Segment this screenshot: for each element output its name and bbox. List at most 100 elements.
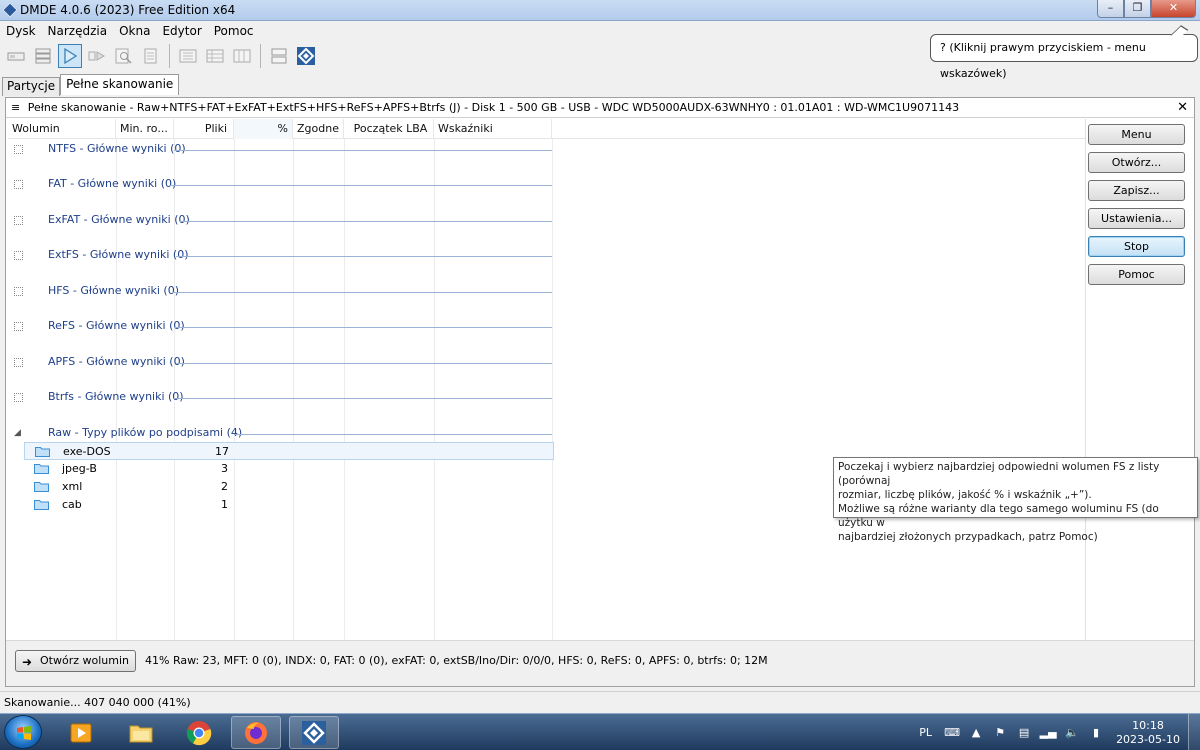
stop-button[interactable]: Stop [1088,236,1185,257]
signal-icon[interactable]: ▂▄ [1040,725,1057,741]
group-row-refs[interactable]: ReFS - Główne wyniki (0) [8,318,568,336]
start-button[interactable] [4,715,42,749]
group-divider-line [180,221,552,222]
network-icon[interactable]: ▤ [1016,725,1032,741]
menu-button[interactable]: Menu [1088,124,1185,145]
group-checkbox[interactable] [14,393,23,402]
open-volume-label: Otwórz wolumin [40,654,129,667]
group-label: ReFS - Główne wyniki (0) [48,319,185,332]
menu-edytor[interactable]: Edytor [156,24,207,38]
results-grid[interactable]: Wolumin Min. ro... Pliki % Zgodne Począt… [8,119,1086,640]
group-row-apfs[interactable]: APFS - Główne wyniki (0) [8,354,568,372]
group-row-raw[interactable]: ◢ Raw - Typy plików po podpisami (4) [8,425,568,443]
file-explorer-icon[interactable] [116,716,166,749]
search-icon[interactable] [112,44,136,68]
group-row-btrfs[interactable]: Btrfs - Główne wyniki (0) [8,389,568,407]
media-player-icon[interactable] [56,716,106,749]
maximize-button[interactable]: ❐ [1124,0,1151,18]
full-scan-icon[interactable] [58,44,82,68]
file-type-name: jpeg-B [62,462,97,475]
columns-view-icon[interactable] [230,44,254,68]
save-button[interactable]: Zapisz... [1088,180,1185,201]
hex-view-icon[interactable] [176,44,200,68]
show-hidden-icons-icon[interactable]: ▲ [968,725,984,741]
file-type-row[interactable]: exe-DOS 17 [24,442,554,460]
open-volume-icon[interactable] [85,44,109,68]
group-divider-line [174,150,552,151]
menu-narzedzia[interactable]: Narzędzia [42,24,114,38]
windows-icon[interactable] [267,44,291,68]
settings-button[interactable]: Ustawienia... [1088,208,1185,229]
file-type-row[interactable]: jpeg-B 3 [24,460,554,478]
group-checkbox[interactable] [14,216,23,225]
open-volume-button[interactable]: ➜ Otwórz wolumin [15,650,136,672]
status-bar: Skanowanie... 407 040 000 (41%) [0,691,1200,713]
group-row-hfs[interactable]: HFS - Główne wyniki (0) [8,283,568,301]
group-divider-line [170,185,552,186]
file-count: 1 [221,498,228,511]
dmde-logo-icon[interactable] [294,44,318,68]
close-window-button[interactable]: ✕ [1151,0,1196,18]
group-label: Raw - Typy plików po podpisami (4) [48,426,243,439]
column-wskazniki[interactable]: Wskaźniki [434,119,552,139]
usb-device-icon[interactable]: ▮ [1088,725,1104,741]
open-button[interactable]: Otwórz... [1088,152,1185,173]
folder-icon [34,464,49,474]
column-wolumin[interactable]: Wolumin [8,119,116,139]
group-checkbox[interactable] [14,251,23,260]
file-type-row[interactable]: cab 1 [24,496,554,514]
group-row-fat[interactable]: FAT - Główne wyniki (0) [8,176,568,194]
group-label: FAT - Główne wyniki (0) [48,177,177,190]
show-desktop-button[interactable] [1188,714,1200,750]
column-min-rozmiar[interactable]: Min. ro... [116,119,174,139]
folder-icon [34,482,49,492]
group-checkbox[interactable] [14,322,23,331]
tab-strip: Partycje Pełne skanowanie [2,74,180,96]
help-button[interactable]: Pomoc [1088,264,1185,285]
tab-partycje[interactable]: Partycje [2,77,61,96]
keyboard-icon[interactable]: ⌨ [944,725,960,741]
minimize-button[interactable]: – [1097,0,1124,18]
menu-pomoc[interactable]: Pomoc [208,24,260,38]
menu-dysk[interactable]: Dysk [0,24,42,38]
tab-pelne-skanowanie[interactable]: Pełne skanowanie [60,74,180,95]
group-checkbox[interactable] [14,358,23,367]
firefox-icon[interactable] [231,716,281,749]
panel-menu-icon[interactable]: ≡ [11,101,20,114]
close-panel-icon[interactable]: ✕ [1177,98,1188,118]
clock[interactable]: 10:18 2023-05-10 [1108,719,1188,747]
group-divider-line [176,363,552,364]
action-center-icon[interactable]: ⚑ [992,725,1008,741]
tooltip-line: rozmiar, liczbę plików, jakość % i wskaź… [838,489,1092,501]
group-row-exfat[interactable]: ExFAT - Główne wyniki (0) [8,212,568,230]
group-checkbox[interactable] [14,180,23,189]
hint-balloon[interactable]: ? (Kliknij prawym przyciskiem - menu wsk… [930,34,1198,80]
group-divider-line [174,327,552,328]
group-divider-line [176,256,552,257]
dmde-taskbar-icon[interactable] [289,716,339,749]
group-checkbox[interactable] [14,145,23,154]
expand-triangle-icon[interactable]: ◢ [14,428,21,438]
file-type-row[interactable]: xml 2 [24,478,554,496]
column-percent[interactable]: % [234,119,293,139]
column-pliki[interactable]: Pliki [174,119,234,139]
partitions-icon[interactable] [31,44,55,68]
tooltip-line: Poczekaj i wybierz najbardziej odpowiedn… [838,461,1160,487]
volume-icon[interactable]: 🔈 [1064,725,1080,741]
folder-icon [34,500,49,510]
window-title: DMDE 4.0.6 (2023) Free Edition x64 [20,3,236,17]
clock-date: 2023-05-10 [1116,732,1180,746]
language-indicator[interactable]: PL [919,726,932,739]
document-icon[interactable] [139,44,163,68]
chrome-icon[interactable] [174,716,224,749]
group-checkbox[interactable] [14,287,23,296]
arrow-right-icon: ➜ [22,655,33,669]
column-poczatek-lba[interactable]: Początek LBA [344,119,434,139]
group-row-ntfs[interactable]: NTFS - Główne wyniki (0) [8,141,568,159]
disk-icon[interactable] [4,44,28,68]
menu-okna[interactable]: Okna [113,24,156,38]
group-label: HFS - Główne wyniki (0) [48,284,180,297]
column-zgodne[interactable]: Zgodne [293,119,344,139]
table-view-icon[interactable] [203,44,227,68]
group-row-extfs[interactable]: ExtFS - Główne wyniki (0) [8,247,568,265]
